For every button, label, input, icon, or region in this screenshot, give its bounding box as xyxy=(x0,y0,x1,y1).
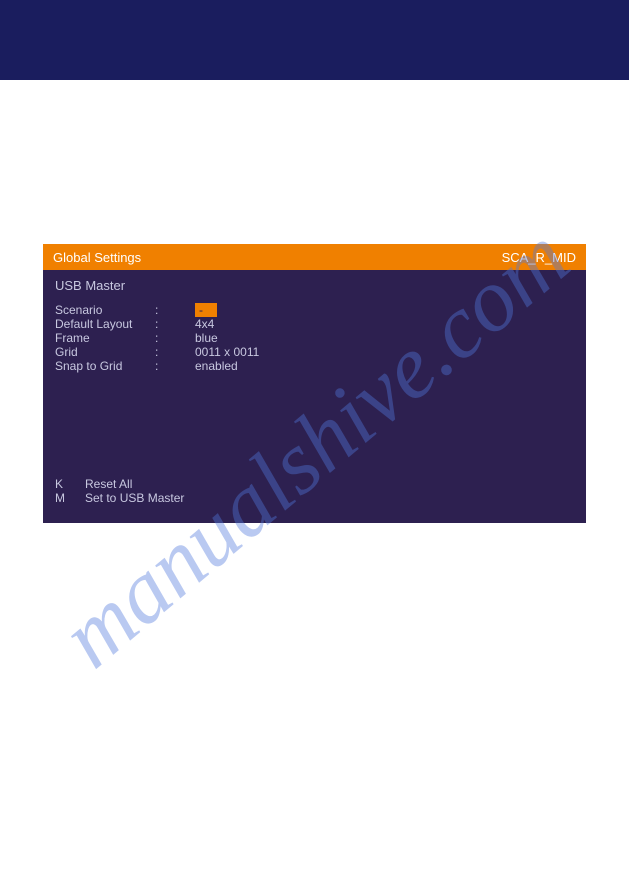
window-identifier: SCA_R_MID xyxy=(502,250,576,265)
command-list: K Reset All M Set to USB Master xyxy=(55,477,184,505)
setting-separator: : xyxy=(155,303,195,317)
setting-row-scenario[interactable]: Scenario : - xyxy=(55,303,574,317)
window-title-bar: Global Settings SCA_R_MID xyxy=(43,244,586,270)
setting-value[interactable]: 0011 x 0011 xyxy=(195,345,259,359)
setting-separator: : xyxy=(155,317,195,331)
command-key: K xyxy=(55,477,85,491)
setting-separator: : xyxy=(155,345,195,359)
setting-value[interactable]: - xyxy=(195,303,217,317)
setting-label: Grid xyxy=(55,345,155,359)
command-action: Set to USB Master xyxy=(85,491,184,505)
command-reset-all[interactable]: K Reset All xyxy=(55,477,184,491)
command-key: M xyxy=(55,491,85,505)
setting-separator: : xyxy=(155,331,195,345)
global-settings-window: Global Settings SCA_R_MID USB Master Sce… xyxy=(43,244,586,523)
top-header-bar xyxy=(0,0,629,80)
setting-row-default-layout[interactable]: Default Layout : 4x4 xyxy=(55,317,574,331)
command-set-usb-master[interactable]: M Set to USB Master xyxy=(55,491,184,505)
setting-value[interactable]: blue xyxy=(195,331,218,345)
setting-label: Frame xyxy=(55,331,155,345)
setting-row-snap-to-grid[interactable]: Snap to Grid : enabled xyxy=(55,359,574,373)
setting-value[interactable]: 4x4 xyxy=(195,317,214,331)
setting-label: Default Layout xyxy=(55,317,155,331)
setting-label: Snap to Grid xyxy=(55,359,155,373)
setting-label: Scenario xyxy=(55,303,155,317)
setting-row-frame[interactable]: Frame : blue xyxy=(55,331,574,345)
setting-separator: : xyxy=(155,359,195,373)
setting-value[interactable]: enabled xyxy=(195,359,238,373)
setting-row-grid[interactable]: Grid : 0011 x 0011 xyxy=(55,345,574,359)
command-action: Reset All xyxy=(85,477,132,491)
section-header: USB Master xyxy=(55,278,574,293)
window-title: Global Settings xyxy=(53,250,141,265)
settings-content: USB Master Scenario : - Default Layout :… xyxy=(43,270,586,381)
